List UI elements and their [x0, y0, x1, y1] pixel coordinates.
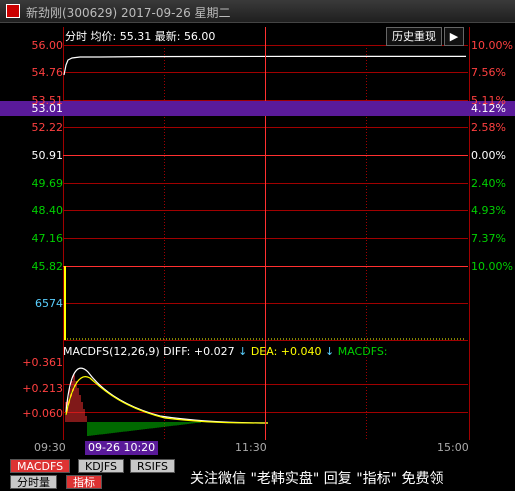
macd-header: MACDFS(12,26,9) DIFF: +0.027 ↓ DEA: +0.0…: [63, 345, 388, 358]
pct-label: 10.00%: [471, 260, 513, 273]
macd-name: MACDFS:: [337, 345, 388, 358]
tab-rsifs[interactable]: RSIFS: [130, 459, 175, 473]
diff-line: [65, 367, 269, 424]
price-label: 45.82: [31, 260, 64, 273]
price-label: 52.22: [31, 121, 64, 134]
macd-dea: DEA: +0.040: [250, 345, 322, 358]
macd-diff: DIFF: +0.027: [163, 345, 235, 358]
tab-kdjfs[interactable]: KDJFS: [78, 459, 125, 473]
price-highlight-row: [0, 101, 515, 116]
tab-macdfs[interactable]: MACDFS: [10, 459, 71, 473]
down-arrow-icon: ↓: [325, 345, 335, 358]
price-label: 54.76: [31, 66, 64, 79]
watermark-text: 关注微信 "老韩实盘" 回复 "指标" 免费领: [190, 471, 444, 487]
chart-info-bar: 分时 均价: 55.31 最新: 56.00 历史重现 ▶: [63, 27, 468, 46]
price-label: 50.91: [31, 149, 64, 162]
volume-label: 6574: [35, 297, 63, 310]
pct-label: 4.93%: [471, 204, 506, 217]
price-label: 47.16: [31, 232, 64, 245]
tab-volume[interactable]: 分时量: [10, 475, 57, 489]
time-label-mid: 11:30: [235, 441, 267, 454]
pct-label-current: 4.12%: [471, 102, 506, 115]
latest-label: 最新:: [154, 30, 181, 43]
price-label: 48.40: [31, 204, 64, 217]
macd-axis-label: +0.060: [22, 407, 63, 420]
down-arrow-icon: ↓: [238, 345, 248, 358]
tab-indicator[interactable]: 指标: [66, 475, 102, 489]
chart-canvas[interactable]: [0, 0, 515, 491]
avg-value: 55.31: [119, 30, 152, 43]
price-label: 49.69: [31, 177, 64, 190]
pct-label: 10.00%: [471, 39, 513, 52]
time-label-end: 15:00: [437, 441, 469, 454]
latest-value: 56.00: [183, 30, 216, 43]
cursor-date-label: 09-26 10:20: [85, 441, 159, 455]
macd-title: MACDFS(12,26,9): [63, 345, 160, 358]
history-replay-button[interactable]: 历史重现: [386, 27, 442, 46]
time-label-start: 09:30: [34, 441, 66, 454]
macd-axis-label: +0.361: [22, 356, 63, 369]
avg-label: 均价:: [90, 30, 117, 43]
pct-label: 2.58%: [471, 121, 506, 134]
pct-label: 2.40%: [471, 177, 506, 190]
mode-label: 分时: [65, 30, 87, 43]
macd-bars: [65, 374, 201, 436]
pct-label: 0.00%: [471, 149, 506, 162]
pct-label: 7.37%: [471, 232, 506, 245]
price-label-current: 53.01: [31, 102, 64, 115]
dea-line: [65, 376, 269, 424]
price-label: 56.00: [31, 39, 64, 52]
expand-icon[interactable]: ▶: [444, 27, 464, 46]
macd-axis-label: +0.213: [22, 382, 63, 395]
pct-label: 7.56%: [471, 66, 506, 79]
